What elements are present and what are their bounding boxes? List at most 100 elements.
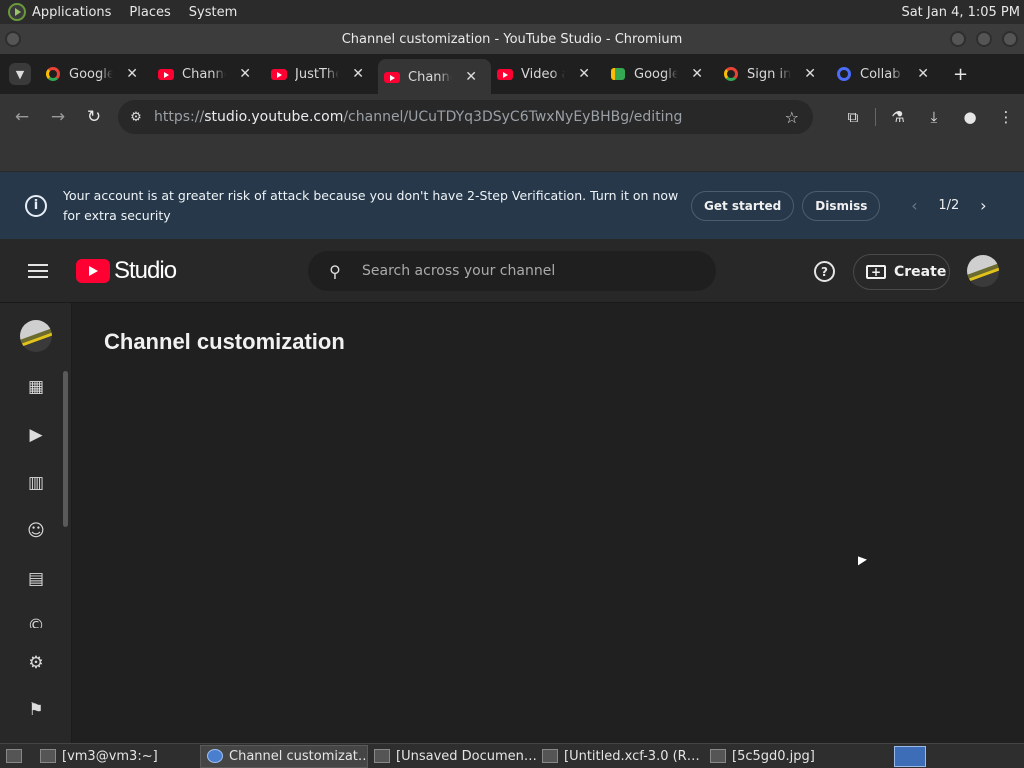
create-button[interactable]: + Create [853,254,950,290]
close-tab-icon[interactable]: ✕ [126,66,138,82]
studio-logo-text: Studio [114,256,177,284]
tab-video[interactable]: Video a ✕ [491,59,604,89]
maximize-icon[interactable] [976,31,992,47]
more-menu-icon[interactable]: ⋮ [988,108,1024,126]
channel-search-input[interactable]: ⚲ Search across your channel [308,251,716,291]
bookmark-bar [0,140,1024,172]
address-bar[interactable]: ⚙ https://studio.youtube.com/channel/UCu… [118,100,813,134]
dashboard-icon[interactable]: ▦ [25,376,47,398]
download-icon[interactable]: ⤓ [916,108,952,126]
close-tab-icon[interactable]: ✕ [465,69,477,85]
bottom-taskbar: [vm3@vm3:~] Channel customizat… [Unsaved… [0,743,1024,768]
get-started-button[interactable]: Get started [691,190,795,221]
toolbar-divider [875,108,876,126]
collab-icon [836,66,852,82]
google-icon [45,66,61,82]
close-window-icon[interactable] [1002,31,1018,47]
youtube-icon [158,66,174,82]
tab-sign-in[interactable]: Sign in ✕ [717,59,830,89]
system-top-panel: Applications Places System Sat Jan 4, 1:… [0,0,1024,24]
profile-icon[interactable]: ● [952,108,988,126]
subtitles-icon[interactable]: ▤ [25,568,47,590]
show-desktop-icon[interactable] [0,745,34,768]
content-icon[interactable]: ▶ [25,424,47,446]
taskbar-label: [5c5gd0.jpg] [732,748,815,764]
back-icon[interactable]: ← [4,107,40,127]
account-avatar[interactable] [967,255,999,287]
close-tab-icon[interactable]: ✕ [352,66,364,82]
taskbar-item-terminal[interactable]: [vm3@vm3:~] [34,745,200,768]
google-icon [723,66,739,82]
bookmark-star-icon[interactable]: ☆ [785,108,799,127]
terminal-icon [40,749,56,763]
search-placeholder: Search across your channel [362,263,556,279]
dismiss-button[interactable]: Dismiss [802,190,881,221]
taskbar-item-gimp[interactable]: [Untitled.xcf-3.0 (R… [536,745,704,768]
taskbar-item-image[interactable]: [5c5gd0.jpg] [704,745,854,768]
chevron-left-icon[interactable]: ‹ [900,196,928,215]
tab-title: Channel [408,69,452,85]
create-label: Create [894,264,947,280]
tab-channel[interactable]: Channel ✕ [152,59,265,89]
studio-header: Studio ⚲ Search across your channel ? + … [0,239,1024,303]
tab-google[interactable]: Google ✕ [39,59,152,89]
url-host: studio.youtube.com [204,109,344,125]
studio-logo[interactable]: Studio [76,256,177,285]
site-settings-icon[interactable]: ⚙ [118,110,154,125]
taskbar-item-chromium[interactable]: Channel customizat… [200,744,368,768]
tab-title: JustThe [295,66,339,82]
chevron-right-icon[interactable]: › [969,196,997,215]
url-scheme: https:// [154,109,205,125]
sidebar-scrollbar[interactable] [63,371,68,527]
hamburger-menu-icon[interactable] [28,263,48,278]
close-tab-icon[interactable]: ✕ [691,66,703,82]
applications-menu[interactable]: Applications [32,5,111,20]
window-menu-icon[interactable] [5,31,21,47]
feedback-icon[interactable]: ⚑ [25,699,47,721]
analytics-icon[interactable]: ▥ [25,472,47,494]
tab-title: Video a [521,66,565,82]
close-tab-icon[interactable]: ✕ [917,66,929,82]
tab-justthe[interactable]: JustThe ✕ [265,59,378,89]
settings-icon[interactable]: ⚙ [25,652,47,674]
window-titlebar[interactable]: Channel customization - YouTube Studio -… [0,24,1024,54]
close-tab-icon[interactable]: ✕ [578,66,590,82]
tab-title: Channel [182,66,226,82]
taskbar-label: [vm3@vm3:~] [62,748,158,764]
distro-logo-icon[interactable] [8,3,26,21]
gimp-icon [542,749,558,763]
system-menu[interactable]: System [189,5,237,20]
browser-toolbar: ← → ↻ ⚙ https://studio.youtube.com/chann… [0,94,1024,140]
window-title: Channel customization - YouTube Studio -… [341,31,683,47]
copyright-icon[interactable]: © [25,616,47,628]
forward-icon[interactable]: → [40,107,76,127]
toolbar-actions: ⧉ ⚗ ⤓ ● ⋮ [835,94,1024,140]
tab-search-dropdown[interactable]: ▼ [9,63,31,85]
labs-flask-icon[interactable]: ⚗ [880,108,916,126]
tab-title: Sign in [747,66,791,82]
tab-collab[interactable]: Collab ✕ [830,59,943,89]
new-tab-icon[interactable]: + [953,64,968,85]
places-menu[interactable]: Places [129,5,170,20]
close-tab-icon[interactable]: ✕ [239,66,251,82]
youtube-icon [497,66,513,82]
community-icon[interactable]: ☺ [25,520,47,542]
tab-title: Collab [860,66,901,82]
extensions-icon[interactable]: ⧉ [835,108,871,126]
channel-avatar[interactable] [20,320,52,352]
taskbar-item-text-editor[interactable]: [Unsaved Documen… [368,745,536,768]
workspace-switcher[interactable] [894,745,926,767]
tab-channel-active[interactable]: Channel ✕ [378,59,491,95]
clock[interactable]: Sat Jan 4, 1:05 PM [901,5,1020,20]
studio-sidebar: ▦ ▶ ▥ ☺ ▤ © ⚙ ⚑ [0,303,72,743]
tab-strip: ▼ Google ✕ Channel ✕ JustThe ✕ Channel ✕ Vid… [0,54,1024,95]
search-icon: ⚲ [329,261,341,281]
main-content: Channel customization [72,303,1024,743]
chevron-down-icon: ▼ [15,67,25,81]
help-icon[interactable]: ? [814,261,835,282]
page-title: Channel customization [104,329,345,354]
minimize-icon[interactable] [950,31,966,47]
close-tab-icon[interactable]: ✕ [804,66,816,82]
tab-google-meet[interactable]: Google ✕ [604,59,717,89]
reload-icon[interactable]: ↻ [76,107,112,127]
